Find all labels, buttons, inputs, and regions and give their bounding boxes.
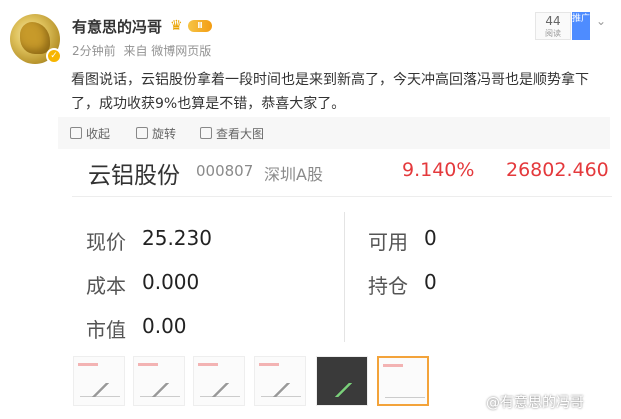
horse-avatar-image [20,22,50,54]
current-price-value: 25.230 [142,226,212,250]
position-value: 0 [424,270,437,294]
watermark: @有意思的冯哥 [486,395,584,411]
post-meta: 2分钟前 来自 微博网页版 [72,42,215,59]
username[interactable]: 有意思的冯哥 [72,16,162,37]
field-divider [344,212,345,342]
verified-badge-icon: ✓ [46,48,62,64]
position-label: 持仓 [368,274,408,298]
stock-change-pct: 9.140% [402,159,475,181]
market-value-label: 市值 [86,318,126,342]
view-large-label: 查看大图 [216,127,265,141]
image-thumbnails [73,356,433,406]
stock-name: 云铝股份 [88,163,180,189]
stock-card: 云铝股份 000807 深圳A股 9.140% 26802.460 现价 25.… [72,150,612,350]
stock-market: 深圳A股 [264,165,323,184]
vip-level: Ⅱ [188,20,212,32]
read-count: 44 阅读 [535,12,571,40]
crown-icon: ♛ [170,18,183,34]
media-toolbar: 收起 旋转 查看大图 [58,117,610,149]
thumbnail-3[interactable] [193,356,245,406]
stock-value: 26802.460 [506,159,609,181]
thumbnail-5[interactable] [316,356,368,406]
thumbnail-6[interactable] [377,356,429,406]
zoom-icon [200,127,212,139]
stock-code: 000807 [196,162,254,180]
post-time[interactable]: 2分钟前 [72,44,116,58]
vip-badge[interactable]: ♛ Ⅱ [170,18,214,34]
thumbnail-1[interactable] [73,356,125,406]
thumbnail-4[interactable] [254,356,306,406]
read-count-label: 阅读 [545,29,561,38]
collapse-label: 收起 [86,127,111,141]
cost-value: 0.000 [142,270,200,294]
available-value: 0 [424,226,437,250]
rotate-icon [136,127,148,139]
thumbnail-2[interactable] [133,356,185,406]
current-price-label: 现价 [86,230,126,254]
read-count-number: 44 [545,14,561,28]
market-value-value: 0.00 [142,314,187,338]
card-divider [72,196,612,197]
available-label: 可用 [368,230,408,254]
collapse-button[interactable]: 收起 [70,125,110,142]
post-header: ✓ 有意思的冯哥 ♛ Ⅱ 2分钟前 来自 微博网页版 [10,12,611,64]
post-text: 看图说话，云铝股份拿着一段时间也是来到新高了，今天冲高回落冯哥也是顺势拿下了，成… [71,72,589,112]
rotate-button[interactable]: 旋转 [136,125,176,142]
collapse-icon [70,127,82,139]
post-source: 来自 微博网页版 [123,44,212,58]
view-large-button[interactable]: 查看大图 [200,125,264,142]
promo-tag[interactable]: 推广 [572,12,590,40]
chevron-down-icon[interactable]: ⌄ [596,14,606,28]
cost-label: 成本 [86,274,126,298]
rotate-label: 旋转 [152,127,177,141]
